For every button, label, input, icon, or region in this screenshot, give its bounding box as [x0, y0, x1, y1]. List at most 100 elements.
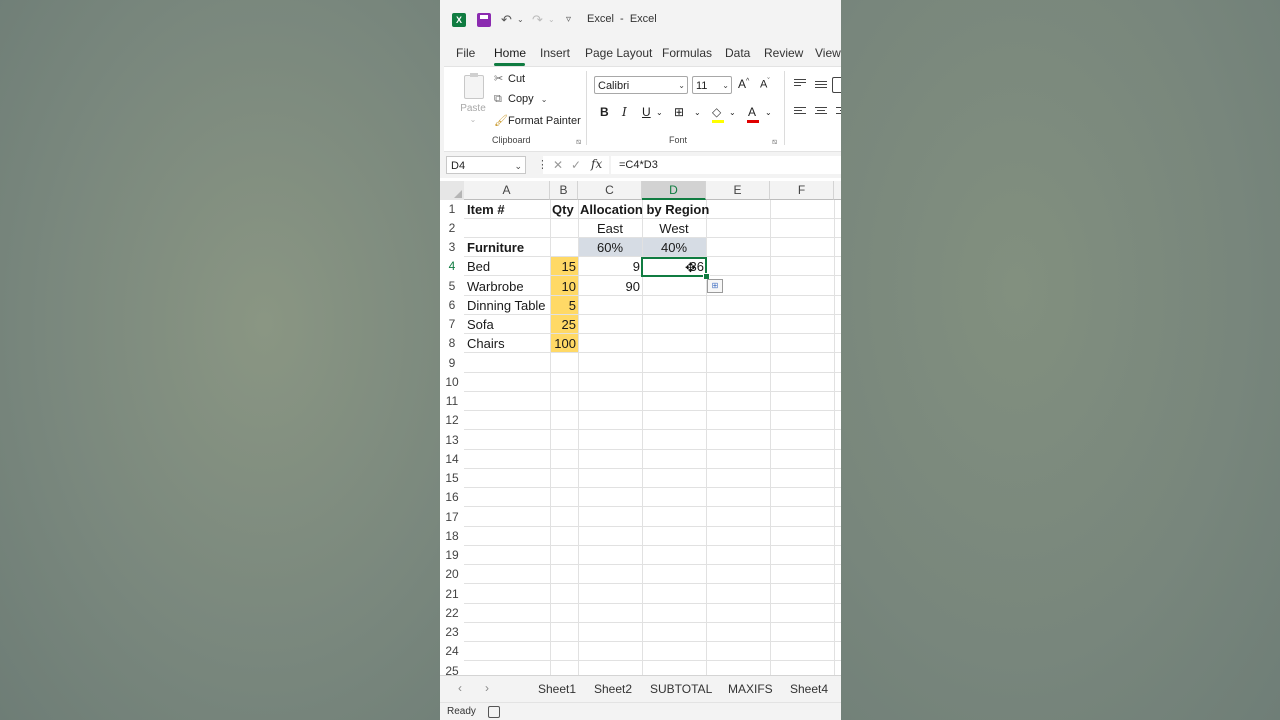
bottom-align-icon[interactable] — [832, 77, 841, 93]
row-header[interactable]: 12 — [440, 411, 464, 430]
row-header[interactable]: 22 — [440, 604, 464, 623]
cell-c4[interactable]: 9 — [578, 257, 642, 276]
insert-function-button[interactable]: fx — [591, 157, 602, 171]
row-header[interactable]: 7 — [440, 315, 464, 334]
cell-a6[interactable]: Dinning Table — [465, 296, 548, 315]
copy-button[interactable]: ⧉ Copy ⌄ — [494, 93, 547, 106]
save-icon[interactable] — [477, 13, 491, 27]
redo-dropdown-icon[interactable]: ⌄ — [548, 11, 555, 29]
cell-b6[interactable]: 5 — [550, 296, 578, 315]
row-header[interactable]: 18 — [440, 527, 464, 546]
cell-c5[interactable]: 90 — [578, 277, 642, 296]
row-header[interactable]: 6 — [440, 296, 464, 315]
row-header[interactable]: 1 — [440, 200, 464, 219]
row-header[interactable]: 2 — [440, 219, 464, 238]
chevron-down-icon[interactable]: ⌄ — [729, 108, 736, 117]
chevron-down-icon[interactable]: ⌄ — [656, 108, 663, 117]
font-launcher-icon[interactable]: ⧅ — [772, 137, 777, 147]
borders-icon[interactable]: ⊞ — [674, 105, 684, 119]
tab-insert[interactable]: Insert — [540, 46, 570, 60]
decrease-font-size-button[interactable]: Aˇ — [760, 78, 770, 91]
row-header[interactable]: 11 — [440, 392, 464, 411]
row-header[interactable]: 5 — [440, 277, 464, 296]
cell-a8[interactable]: Chairs — [465, 334, 507, 353]
increase-font-size-button[interactable]: A^ — [738, 77, 749, 91]
row-header[interactable]: 14 — [440, 450, 464, 469]
font-color-icon[interactable]: A — [747, 105, 759, 123]
redo-icon[interactable]: ↷ — [532, 11, 543, 29]
clipboard-launcher-icon[interactable]: ⧅ — [576, 137, 581, 147]
row-header[interactable]: 15 — [440, 469, 464, 488]
cut-button[interactable]: ✂ Cut — [494, 72, 525, 85]
column-header-e[interactable]: E — [706, 181, 770, 200]
align-center-icon[interactable] — [815, 107, 827, 117]
row-header[interactable]: 21 — [440, 585, 464, 604]
cell-a3[interactable]: Furniture — [465, 238, 526, 257]
cell-b5[interactable]: 10 — [550, 277, 578, 296]
cancel-icon[interactable]: ✕ — [553, 158, 563, 172]
next-sheet-icon[interactable]: › — [485, 681, 489, 695]
align-left-icon[interactable] — [794, 107, 806, 117]
fill-color-icon[interactable]: ◇ — [712, 105, 724, 123]
column-header-c[interactable]: C — [578, 181, 642, 200]
cell-d3[interactable]: 40% — [642, 238, 706, 257]
underline-button[interactable]: U — [642, 105, 651, 119]
sheet-tab-maxifs[interactable]: MAXIFS — [728, 682, 773, 696]
row-header[interactable]: 10 — [440, 373, 464, 392]
tab-home[interactable]: Home — [494, 46, 526, 60]
tab-view[interactable]: View — [815, 46, 841, 60]
tab-file[interactable]: File — [456, 46, 475, 60]
font-name-select[interactable]: Calibri ⌄ — [594, 76, 688, 94]
bold-button[interactable]: B — [600, 105, 609, 119]
row-header[interactable]: 20 — [440, 565, 464, 584]
font-size-select[interactable]: 11 ⌄ — [692, 76, 732, 94]
paste-button[interactable]: Paste ⌄ — [458, 73, 488, 125]
row-header[interactable]: 19 — [440, 546, 464, 565]
row-header[interactable]: 3 — [440, 238, 464, 257]
row-header[interactable]: 16 — [440, 488, 464, 507]
cell-b1[interactable]: Qty — [550, 200, 576, 219]
row-header[interactable]: 13 — [440, 431, 464, 450]
undo-dropdown-icon[interactable]: ⌄ — [517, 11, 524, 29]
chevron-down-icon[interactable]: ⌄ — [694, 108, 701, 117]
cell-b4[interactable]: 15 — [550, 257, 578, 276]
sheet-tab-subtotal[interactable]: SUBTOTAL — [650, 682, 712, 696]
cell-a5[interactable]: Warbrobe — [465, 277, 526, 296]
cell-c3[interactable]: 60% — [578, 238, 642, 257]
name-box[interactable]: D4 ⌄ — [446, 156, 526, 174]
column-header-g[interactable] — [834, 181, 841, 200]
auto-fill-options-icon[interactable]: ⊞ — [707, 279, 723, 293]
formula-input[interactable]: =C4*D3 — [611, 156, 841, 174]
select-all-corner[interactable] — [440, 181, 464, 200]
prev-sheet-icon[interactable]: ‹ — [458, 681, 462, 695]
row-header[interactable]: 17 — [440, 508, 464, 527]
row-header-selected[interactable]: 4 — [440, 257, 464, 276]
column-header-b[interactable]: B — [550, 181, 578, 200]
row-header[interactable]: 9 — [440, 354, 464, 373]
row-header[interactable]: 23 — [440, 623, 464, 642]
row-header[interactable]: 8 — [440, 334, 464, 353]
sheet-tab-sheet4[interactable]: Sheet4 — [790, 682, 828, 696]
column-header-d[interactable]: D — [642, 181, 706, 200]
cell-b7[interactable]: 25 — [550, 315, 578, 334]
row-header[interactable]: 25 — [440, 662, 464, 675]
tab-data[interactable]: Data — [725, 46, 750, 60]
cell-d2[interactable]: West — [642, 219, 706, 238]
sheet-tab-sheet1[interactable]: Sheet1 — [538, 682, 576, 696]
column-header-f[interactable]: F — [770, 181, 834, 200]
tab-formulas[interactable]: Formulas — [662, 46, 712, 60]
column-header-a[interactable]: A — [464, 181, 550, 200]
sheet-tab-sheet2[interactable]: Sheet2 — [594, 682, 632, 696]
chevron-down-icon[interactable]: ⌄ — [765, 108, 772, 117]
tab-page-layout[interactable]: Page Layout — [585, 46, 652, 60]
cell-a4[interactable]: Bed — [465, 257, 492, 276]
format-painter-button[interactable]: 🖌Format Painter — [494, 114, 581, 127]
customize-toolbar-icon[interactable]: ▿ — [566, 11, 571, 29]
cell-a1[interactable]: Item # — [465, 200, 507, 219]
cell-c1[interactable]: Allocation by Region — [578, 200, 711, 219]
row-header[interactable]: 24 — [440, 642, 464, 661]
cell-b8[interactable]: 100 — [550, 334, 578, 353]
top-align-icon[interactable] — [794, 79, 806, 89]
accessibility-icon[interactable] — [488, 706, 500, 718]
cell-a7[interactable]: Sofa — [465, 315, 496, 334]
